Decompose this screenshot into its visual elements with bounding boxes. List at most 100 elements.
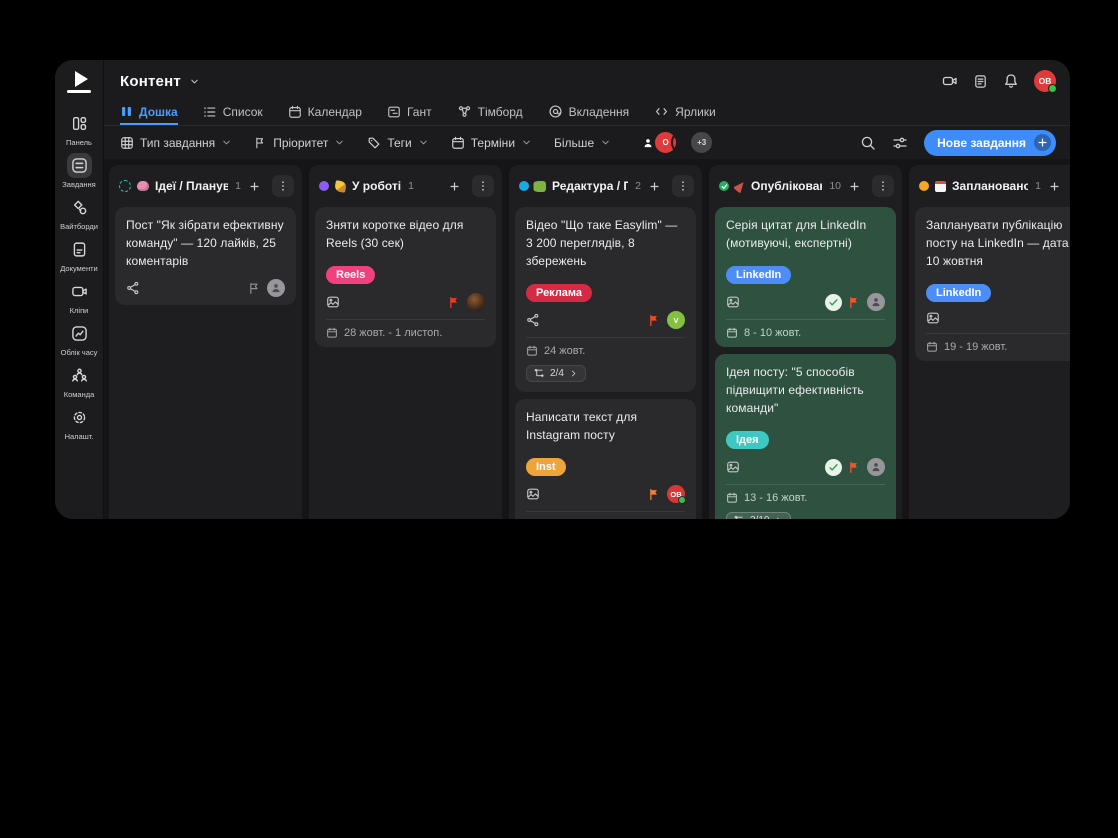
writing-hand-emoji bbox=[334, 180, 347, 193]
status-icon[interactable] bbox=[919, 181, 929, 191]
assignee-avatar-group[interactable]: O+3 bbox=[635, 130, 714, 155]
add-task-icon[interactable] bbox=[847, 179, 862, 194]
subtasks-progress-badge[interactable]: 2/10 bbox=[726, 512, 791, 519]
task-card[interactable]: Відео "Що таке Easylim" — 3 200 перегляд… bbox=[515, 207, 696, 392]
column-name[interactable]: Ідеї / Планування bbox=[155, 179, 228, 193]
image-icon bbox=[926, 311, 940, 325]
brain-emoji bbox=[137, 181, 149, 191]
task-card[interactable]: Написати текст для Instagram постуInstOB… bbox=[515, 399, 696, 519]
dashboard-icon bbox=[67, 111, 92, 136]
sidebar-item-3[interactable]: Вайтборди bbox=[55, 195, 103, 231]
sidebar-item-label: Кліпи bbox=[70, 306, 89, 315]
subtasks-progress-value: 2/10 bbox=[750, 515, 769, 519]
done-check-icon bbox=[825, 294, 842, 311]
clips-icon bbox=[67, 279, 92, 304]
task-card[interactable]: Зняти коротке відео для Reels (30 сек)Re… bbox=[315, 207, 496, 347]
assignee-avatar[interactable] bbox=[267, 279, 285, 297]
filter-settings-icon[interactable] bbox=[892, 135, 908, 151]
tag-pill: LinkedIn bbox=[726, 266, 791, 284]
assignee-avatar[interactable]: OB bbox=[667, 485, 685, 503]
column-menu-icon[interactable] bbox=[672, 175, 694, 197]
sidebar-item-5[interactable]: Кліпи bbox=[55, 279, 103, 315]
add-task-icon[interactable] bbox=[447, 179, 462, 194]
image-icon bbox=[726, 295, 740, 309]
sidebar-item-8[interactable]: Налашт. bbox=[55, 405, 103, 441]
assignee-avatar[interactable]: V bbox=[667, 311, 685, 329]
tag-row: Reels bbox=[326, 265, 485, 284]
tab-label: Ярлики bbox=[675, 105, 716, 119]
tab-1[interactable]: Дошка bbox=[120, 98, 178, 125]
task-title: Ідея посту: "5 способів підвищити ефекти… bbox=[726, 363, 885, 417]
status-icon[interactable] bbox=[119, 180, 131, 192]
add-task-icon[interactable] bbox=[1047, 179, 1062, 194]
user-avatar[interactable]: OB bbox=[1034, 70, 1056, 92]
list-icon bbox=[203, 105, 217, 119]
tab-4[interactable]: Гант bbox=[387, 98, 432, 125]
header-row: Контент OB bbox=[104, 60, 1070, 98]
add-task-icon[interactable] bbox=[647, 179, 662, 194]
status-icon[interactable] bbox=[319, 181, 329, 191]
due-date-row: 19 - 19 жовт. bbox=[926, 333, 1070, 353]
tab-6[interactable]: Вкладення bbox=[548, 98, 630, 125]
filter-label: Тип завдання bbox=[140, 136, 215, 150]
column-menu-icon[interactable] bbox=[472, 175, 494, 197]
column-menu-icon[interactable] bbox=[872, 175, 894, 197]
calendar-icon bbox=[451, 136, 465, 150]
assignee-avatar[interactable] bbox=[467, 293, 485, 311]
task-title: Запланувати публікацію посту на LinkedIn… bbox=[926, 216, 1070, 270]
tab-5[interactable]: Тімборд bbox=[457, 98, 523, 125]
tab-label: Гант bbox=[407, 105, 432, 119]
filter-3[interactable]: Теги bbox=[367, 136, 428, 150]
sidebar-item-6[interactable]: Облік часу bbox=[55, 321, 103, 357]
filter-5[interactable]: Більше bbox=[554, 136, 611, 150]
assignee-avatar[interactable] bbox=[867, 458, 885, 476]
subtasks-progress-badge[interactable]: 2/4 bbox=[526, 365, 586, 382]
tab-3[interactable]: Календар bbox=[288, 98, 362, 125]
avatar-4[interactable]: +3 bbox=[689, 130, 714, 155]
notes-icon[interactable] bbox=[973, 74, 988, 89]
filter-1[interactable]: Тип завдання bbox=[120, 136, 232, 150]
add-task-icon[interactable] bbox=[247, 179, 262, 194]
column-count: 2 bbox=[635, 180, 641, 192]
column-menu-icon[interactable] bbox=[272, 175, 294, 197]
progress-row: 2/10 bbox=[726, 512, 885, 519]
page-title[interactable]: Контент bbox=[120, 73, 181, 90]
column-name[interactable]: У роботі bbox=[352, 179, 401, 193]
column-name[interactable]: Редактура / Пере.. bbox=[552, 179, 628, 193]
filter-row-actions: Нове завдання bbox=[860, 130, 1056, 156]
tag-row: LinkedIn bbox=[726, 265, 885, 284]
priority-flag-icon bbox=[248, 282, 261, 295]
filter-4[interactable]: Терміни bbox=[451, 136, 532, 150]
column-name[interactable]: Опубліковано bbox=[751, 179, 822, 193]
gantt-icon bbox=[387, 105, 401, 119]
column-name[interactable]: Заплановано до п.. bbox=[952, 179, 1028, 193]
new-task-button[interactable]: Нове завдання bbox=[924, 130, 1056, 156]
sidebar-item-1[interactable]: Панель bbox=[55, 111, 103, 147]
sidebar-item-4[interactable]: Документи bbox=[55, 237, 103, 273]
task-card[interactable]: Серія цитат для LinkedIn (мотивуючі, екс… bbox=[715, 207, 896, 347]
sidebar: Панель Завдання Вайтборди Документи Кліпи Обл… bbox=[55, 60, 104, 519]
task-card[interactable]: Запланувати публікацію посту на LinkedIn… bbox=[915, 207, 1070, 361]
sidebar-item-label: Завдання bbox=[62, 180, 96, 189]
status-icon[interactable] bbox=[719, 181, 729, 191]
sidebar-item-2[interactable]: Завдання bbox=[55, 153, 103, 189]
tab-7[interactable]: Ярлики bbox=[654, 98, 716, 125]
tag-row: LinkedIn bbox=[926, 283, 1070, 302]
priority-flag-icon bbox=[648, 314, 661, 327]
assignee-avatar[interactable] bbox=[867, 293, 885, 311]
status-icon[interactable] bbox=[519, 181, 529, 191]
sidebar-item-7[interactable]: Команда bbox=[55, 363, 103, 399]
task-title: Серія цитат для LinkedIn (мотивуючі, екс… bbox=[726, 216, 885, 252]
bell-icon[interactable] bbox=[1003, 73, 1019, 89]
search-icon[interactable] bbox=[860, 135, 876, 151]
due-date: 8 - 10 жовт. bbox=[744, 327, 801, 339]
filter-2[interactable]: Пріоритет bbox=[254, 136, 345, 150]
sidebar-item-label: Панель bbox=[66, 138, 92, 147]
tab-2[interactable]: Список bbox=[203, 98, 263, 125]
video-icon[interactable] bbox=[942, 73, 958, 89]
chevron-down-icon[interactable] bbox=[189, 76, 200, 87]
chevron-right-icon bbox=[774, 516, 783, 519]
chevron-down-icon bbox=[600, 137, 611, 148]
task-card[interactable]: Пост "Як зібрати ефективну команду" — 12… bbox=[115, 207, 296, 305]
task-card[interactable]: Ідея посту: "5 способів підвищити ефекти… bbox=[715, 354, 896, 519]
